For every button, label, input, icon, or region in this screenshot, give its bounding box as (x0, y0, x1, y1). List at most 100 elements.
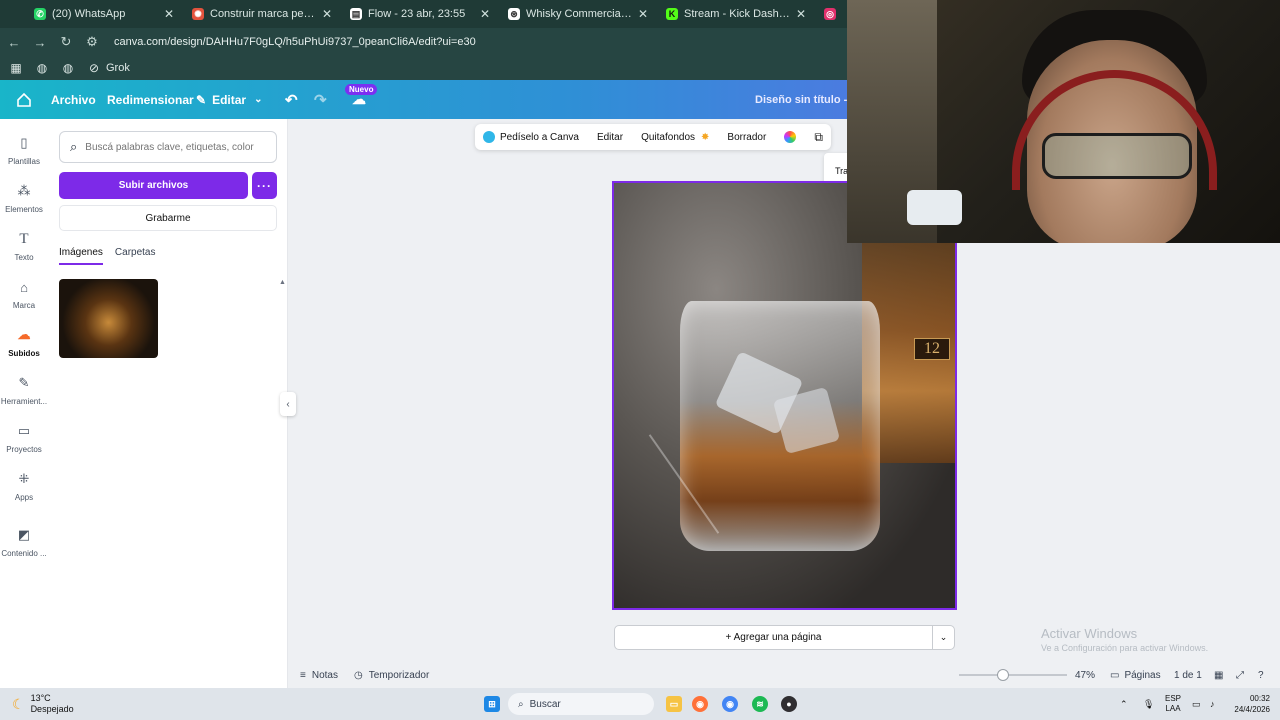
taskbar-app-obs[interactable]: ● (781, 688, 797, 720)
rail-item-elements[interactable]: ⁂ Elementos (0, 181, 48, 225)
taskbar-app-chrome[interactable]: ◉ (722, 688, 738, 720)
pages-button[interactable]: ▭ Páginas (1110, 662, 1161, 688)
ask-canva-button[interactable]: Pedíselo a Canva (483, 131, 579, 143)
url-field[interactable]: canva.com/design/DAHHu7F0gLQ/h5uPhUi9737… (114, 36, 476, 48)
scroll-up-icon[interactable]: ▲ (279, 279, 286, 286)
collapse-panel-icon[interactable]: ‹ (280, 392, 296, 416)
close-icon[interactable]: ✕ (322, 7, 332, 21)
uploads-icon: ☁ (17, 327, 31, 342)
add-page-button[interactable]: + Agregar una página (614, 625, 933, 650)
grok-icon: ⊘ (88, 61, 100, 75)
zoom-slider-handle[interactable] (997, 669, 1009, 681)
tab-instagram[interactable]: ◎ (4 (816, 3, 847, 25)
bookmark-icon[interactable]: ◍ (32, 58, 52, 78)
volume-icon[interactable]: ♪ (1210, 688, 1215, 720)
back-icon[interactable]: ← (2, 30, 26, 54)
bookmark-grok[interactable]: Grok (106, 62, 130, 74)
rail-item-templates[interactable]: ▯ Plantillas (0, 133, 48, 177)
taskbar-app-files[interactable]: ▭ (666, 688, 682, 720)
language-indicator[interactable]: ESP LAA (1165, 688, 1181, 720)
network-icon[interactable]: ▭ (1192, 688, 1201, 720)
microphone-icon[interactable]: 🎙 (1143, 688, 1154, 720)
close-icon[interactable]: ✕ (480, 7, 490, 21)
rail-item-apps[interactable]: ⁜ Apps (0, 469, 48, 513)
rail-item-text[interactable]: T Texto (0, 229, 48, 273)
resize-menu[interactable]: Redimensionar (107, 80, 194, 119)
edit-menu[interactable]: ✎ Editar ⌄ (196, 80, 262, 119)
undo-icon[interactable]: ↶ (285, 80, 298, 119)
uploaded-image-thumbnail[interactable] (59, 279, 158, 358)
rail-item-brand[interactable]: ⌂ Marca (0, 277, 48, 321)
whatsapp-icon: ✆ (34, 8, 46, 20)
site-info-icon[interactable]: ⚙ (80, 30, 104, 54)
rail-label: Plantillas (7, 157, 40, 166)
eraser-button[interactable]: Borrador (727, 132, 766, 143)
clock-date: 24/4/2026 (1234, 705, 1270, 714)
start-button[interactable]: ⊞ (484, 688, 500, 720)
tab-whatsapp[interactable]: ✆ (20) WhatsApp ✕ (26, 3, 182, 25)
weather-widget[interactable]: ☾ 13°C Despejado (12, 688, 74, 720)
taskbar-app-spotify[interactable]: ≋ (752, 688, 768, 720)
color-adjust-icon[interactable] (784, 131, 797, 143)
rail-item-content[interactable]: ◩ Contenido ... (0, 525, 48, 569)
tab-construir-marca[interactable]: ✺ Construir marca personal desde ✕ (184, 3, 340, 25)
show-hidden-icons[interactable]: ⌃ (1120, 688, 1128, 720)
crop-icon[interactable]: ⧉ (814, 130, 823, 145)
taskbar-app-firefox[interactable]: ◉ (692, 688, 708, 720)
timer-icon: ◷ (354, 669, 363, 681)
tab-whisky[interactable]: ⊛ Whisky Commercial Descriptio ✕ (500, 3, 656, 25)
apps-grid-icon[interactable]: ▦ (6, 58, 26, 78)
record-yourself-button[interactable]: Grabarme (59, 205, 277, 231)
tab-kick[interactable]: K Stream - Kick Dashboard ✕ (658, 3, 814, 25)
left-rail: ▯ Plantillas ⁂ Elementos T Texto ⌂ Marca… (0, 119, 48, 688)
pages-label: Páginas (1124, 669, 1161, 681)
home-icon[interactable] (16, 80, 32, 119)
taskbar-search[interactable]: ⌕ Buscar (508, 693, 654, 715)
upload-files-button[interactable]: Subir archivos (59, 172, 248, 199)
more-options-button[interactable]: ··· (252, 172, 277, 199)
close-icon[interactable]: ✕ (164, 7, 174, 21)
help-icon[interactable]: ? (1258, 662, 1264, 688)
webcam-overlay (847, 0, 1280, 243)
timer-button[interactable]: ◷ Temporizador (354, 662, 429, 688)
grid-view-icon[interactable]: ▦ (1214, 662, 1223, 688)
design-canvas[interactable]: 12 (612, 181, 957, 610)
search-box[interactable]: ⌕ (59, 131, 277, 163)
close-icon[interactable]: ✕ (796, 7, 806, 21)
file-menu[interactable]: Archivo (51, 80, 96, 119)
search-icon: ⌕ (70, 139, 78, 154)
rail-item-uploads[interactable]: ☁ Subidos (0, 325, 48, 369)
background-lamp (907, 190, 962, 225)
bookmark-icon[interactable]: ◍ (58, 58, 78, 78)
pages-icon: ▭ (1110, 669, 1120, 681)
templates-icon: ▯ (20, 135, 28, 150)
zoom-level[interactable]: 47% (1075, 662, 1095, 688)
close-icon[interactable]: ✕ (638, 7, 648, 21)
panel-tabs: Imágenes Carpetas (59, 247, 168, 265)
bg-remover-button[interactable]: Quitafondos ✸ (641, 132, 709, 143)
chevron-down-icon[interactable]: ⌄ (932, 625, 955, 650)
rail-item-projects[interactable]: ▭ Proyectos (0, 421, 48, 465)
redo-icon[interactable]: ↷ (314, 80, 327, 119)
kick-icon: K (666, 8, 678, 20)
edit-image-button[interactable]: Editar (597, 132, 623, 143)
content-icon: ◩ (17, 527, 31, 542)
image-toolbar: Pedíselo a Canva Editar Quitafondos ✸ Bo… (475, 124, 831, 150)
weather-desc: Despejado (30, 704, 74, 714)
tab-folders[interactable]: Carpetas (115, 247, 156, 265)
obs-icon: ● (781, 696, 797, 712)
tab-flow[interactable]: ▤ Flow - 23 abr, 23:55 ✕ (342, 3, 498, 25)
rail-item-tools[interactable]: ✎ Herramient... (0, 373, 48, 417)
clock[interactable]: 00:32 24/4/2026 (1228, 688, 1270, 720)
rail-label: Apps (14, 493, 34, 502)
reload-icon[interactable]: ↻ (54, 30, 78, 54)
forward-icon[interactable]: → (28, 30, 52, 54)
notes-button[interactable]: ≡ Notas (300, 662, 338, 688)
fullscreen-icon[interactable]: ⤢ (1236, 662, 1244, 688)
zoom-slider[interactable] (959, 674, 1067, 676)
instagram-icon: ◎ (824, 8, 836, 20)
chatgpt-icon: ⊛ (508, 8, 520, 20)
folder-icon: ▭ (666, 696, 682, 712)
tab-images[interactable]: Imágenes (59, 247, 103, 265)
search-input[interactable] (85, 141, 256, 153)
